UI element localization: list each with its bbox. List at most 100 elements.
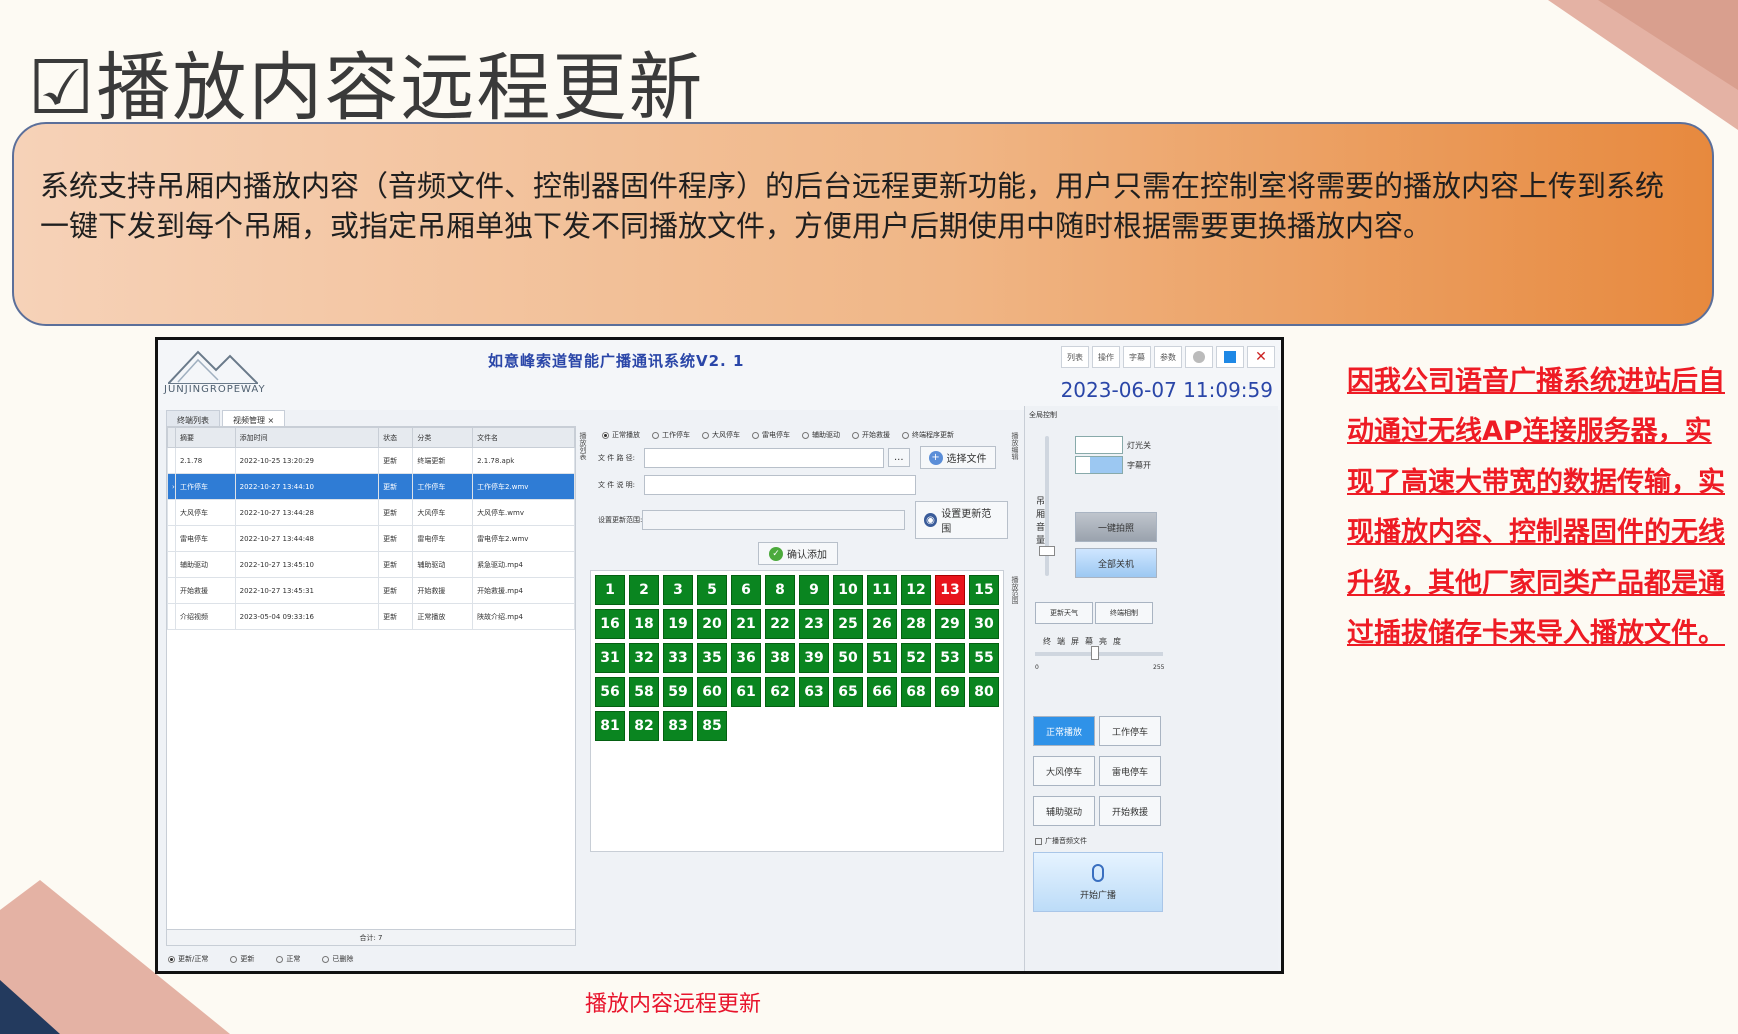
cabin-button[interactable]: 1 bbox=[595, 575, 625, 605]
cabin-button[interactable]: 82 bbox=[629, 711, 659, 741]
mode-button-rescue[interactable]: 开始救援 bbox=[1099, 796, 1161, 826]
cabin-button[interactable]: 12 bbox=[901, 575, 931, 605]
cabin-button[interactable]: 11 bbox=[867, 575, 897, 605]
circle-icon[interactable] bbox=[1185, 346, 1213, 368]
file-desc-input[interactable] bbox=[644, 475, 916, 495]
cabin-button[interactable]: 58 bbox=[629, 677, 659, 707]
cabin-button[interactable]: 50 bbox=[833, 643, 863, 673]
cabin-button[interactable]: 38 bbox=[765, 643, 795, 673]
brightness-slider-thumb[interactable] bbox=[1091, 646, 1099, 660]
list-button[interactable]: 列表 bbox=[1061, 346, 1089, 368]
mode-radio[interactable]: 正常播放 bbox=[602, 430, 640, 440]
cabin-button[interactable]: 51 bbox=[867, 643, 897, 673]
cabin-button[interactable]: 20 bbox=[697, 609, 727, 639]
cabin-button[interactable]: 6 bbox=[731, 575, 761, 605]
cabin-button[interactable]: 85 bbox=[697, 711, 727, 741]
cabin-button[interactable]: 30 bbox=[969, 609, 999, 639]
mode-radio[interactable]: 雷电停车 bbox=[752, 430, 790, 440]
set-range-button[interactable]: ◉ 设置更新范围 bbox=[914, 501, 1008, 539]
cabin-button[interactable]: 10 bbox=[833, 575, 863, 605]
mode-radio[interactable]: 辅助驱动 bbox=[802, 430, 840, 440]
cabin-button[interactable]: 26 bbox=[867, 609, 897, 639]
table-row[interactable]: 雷电停车 2022-10-27 13:44:48 更新 雷电停车 雷电停车2.wmv bbox=[167, 525, 575, 552]
cabin-button[interactable]: 69 bbox=[935, 677, 965, 707]
table-row[interactable]: 介绍视频 2023-05-04 09:33:16 更新 正常播放 陕故介绍.mp4 bbox=[167, 603, 575, 630]
cabin-button[interactable]: 15 bbox=[969, 575, 999, 605]
browse-button[interactable]: ... bbox=[888, 448, 910, 467]
cabin-button[interactable]: 13 bbox=[935, 575, 965, 605]
cabin-button[interactable]: 66 bbox=[867, 677, 897, 707]
cabin-button[interactable]: 28 bbox=[901, 609, 931, 639]
caption-toggle[interactable] bbox=[1075, 456, 1123, 474]
cabin-button[interactable]: 33 bbox=[663, 643, 693, 673]
table-row[interactable]: 2.1.78 2022-10-25 13:20:29 更新 终端更新 2.1.78.ap… bbox=[167, 447, 575, 474]
cabin-button[interactable]: 62 bbox=[765, 677, 795, 707]
terminal-control-button[interactable]: 终端相制 bbox=[1095, 602, 1153, 624]
operate-button[interactable]: 操作 bbox=[1092, 346, 1120, 368]
mode-button-aux-drive[interactable]: 辅助驱动 bbox=[1033, 796, 1095, 826]
cabin-button[interactable]: 80 bbox=[969, 677, 999, 707]
cabin-button[interactable]: 59 bbox=[663, 677, 693, 707]
filter-radio-all[interactable]: 更新/正常 bbox=[168, 954, 208, 964]
start-broadcast-button[interactable]: 开始广播 bbox=[1033, 852, 1163, 912]
broadcast-audio-checkbox[interactable]: 广播音频文件 bbox=[1035, 836, 1087, 846]
cabin-button[interactable]: 53 bbox=[935, 643, 965, 673]
light-toggle[interactable] bbox=[1075, 436, 1123, 454]
cabin-button[interactable]: 65 bbox=[833, 677, 863, 707]
brightness-slider[interactable] bbox=[1035, 652, 1163, 656]
confirm-add-button[interactable]: ✓ 确认添加 bbox=[758, 542, 838, 565]
cabin-button[interactable]: 31 bbox=[595, 643, 625, 673]
filter-radio-updated[interactable]: 更新 bbox=[230, 954, 254, 964]
params-button[interactable]: 参数 bbox=[1154, 346, 1182, 368]
filter-radio-normal[interactable]: 正常 bbox=[276, 954, 300, 964]
subtitle-button[interactable]: 字幕 bbox=[1123, 346, 1151, 368]
table-row-selected[interactable]: › 工作停车 2022-10-27 13:44:10 更新 工作停车 工作停车2.wmv bbox=[167, 473, 575, 500]
cabin-button[interactable]: 83 bbox=[663, 711, 693, 741]
cabin-button[interactable]: 68 bbox=[901, 677, 931, 707]
cabin-button[interactable]: 39 bbox=[799, 643, 829, 673]
mode-button-thunder-stop[interactable]: 雷电停车 bbox=[1099, 756, 1161, 786]
cabin-button[interactable]: 25 bbox=[833, 609, 863, 639]
cabin-button[interactable]: 32 bbox=[629, 643, 659, 673]
windows-icon[interactable] bbox=[1216, 346, 1244, 368]
cabin-button[interactable]: 3 bbox=[663, 575, 693, 605]
cabin-button[interactable]: 8 bbox=[765, 575, 795, 605]
cabin-button[interactable]: 55 bbox=[969, 643, 999, 673]
select-file-button[interactable]: + 选择文件 bbox=[919, 446, 996, 469]
table-row[interactable]: 开始救援 2022-10-27 13:45:31 更新 开始救援 开始救援.mp4 bbox=[167, 577, 575, 604]
table-row[interactable]: 大风停车 2022-10-27 13:44:28 更新 大风停车 大风停车.wmv bbox=[167, 499, 575, 526]
mode-button-normal[interactable]: 正常播放 bbox=[1033, 716, 1095, 746]
filter-radio-deleted[interactable]: 已删除 bbox=[322, 954, 353, 964]
cabin-button[interactable]: 36 bbox=[731, 643, 761, 673]
update-range-input[interactable] bbox=[642, 510, 905, 530]
mode-radio[interactable]: 工作停车 bbox=[652, 430, 690, 440]
mode-button-wind-stop[interactable]: 大风停车 bbox=[1033, 756, 1095, 786]
cabin-button[interactable]: 63 bbox=[799, 677, 829, 707]
cabin-button[interactable]: 2 bbox=[629, 575, 659, 605]
cabin-button[interactable]: 22 bbox=[765, 609, 795, 639]
cabin-button[interactable]: 21 bbox=[731, 609, 761, 639]
mode-radio[interactable]: 终端程序更新 bbox=[902, 430, 954, 440]
mode-radio[interactable]: 大风停车 bbox=[702, 430, 740, 440]
photo-button[interactable]: 一键拍照 bbox=[1075, 512, 1157, 542]
cabin-button[interactable]: 56 bbox=[595, 677, 625, 707]
close-icon[interactable]: ✕ bbox=[1247, 346, 1275, 368]
file-path-input[interactable] bbox=[644, 447, 884, 468]
cabin-button[interactable]: 23 bbox=[799, 609, 829, 639]
cabin-button[interactable]: 52 bbox=[901, 643, 931, 673]
cabin-button[interactable]: 5 bbox=[697, 575, 727, 605]
update-weather-button[interactable]: 更新天气 bbox=[1035, 602, 1093, 624]
cabin-button[interactable]: 29 bbox=[935, 609, 965, 639]
all-off-button[interactable]: 全部关机 bbox=[1075, 548, 1157, 578]
mode-button-work-stop[interactable]: 工作停车 bbox=[1099, 716, 1161, 746]
cabin-button[interactable]: 18 bbox=[629, 609, 659, 639]
volume-slider-thumb[interactable] bbox=[1039, 546, 1055, 556]
cabin-button[interactable]: 35 bbox=[697, 643, 727, 673]
cabin-button[interactable]: 9 bbox=[799, 575, 829, 605]
table-row[interactable]: 辅助驱动 2022-10-27 13:45:10 更新 辅助驱动 紧急驱动.mp4 bbox=[167, 551, 575, 578]
cabin-button[interactable]: 61 bbox=[731, 677, 761, 707]
cabin-button[interactable]: 81 bbox=[595, 711, 625, 741]
cabin-button[interactable]: 16 bbox=[595, 609, 625, 639]
cabin-button[interactable]: 19 bbox=[663, 609, 693, 639]
cabin-button[interactable]: 60 bbox=[697, 677, 727, 707]
